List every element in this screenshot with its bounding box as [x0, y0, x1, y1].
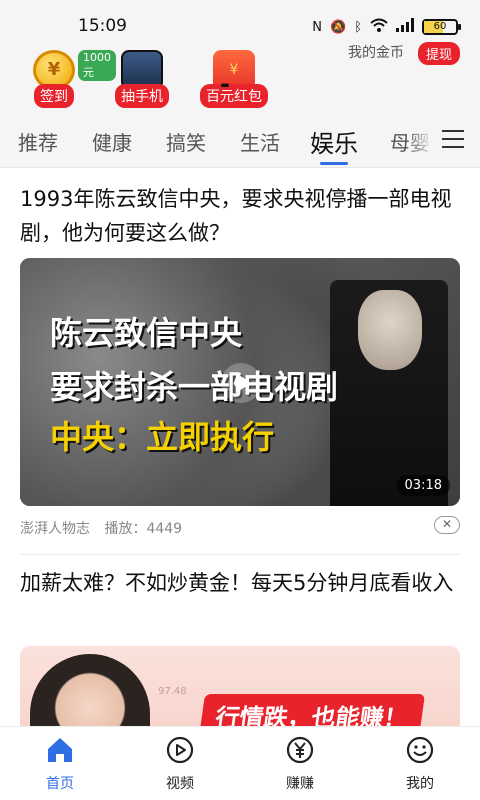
- video-caption-line: 陈云致信中央: [50, 314, 243, 352]
- mute-icon: 🔕: [330, 19, 347, 35]
- status-time: 15:09: [78, 16, 127, 36]
- play-icon[interactable]: [220, 362, 262, 404]
- draw-phone-reward[interactable]: 抽手机: [110, 46, 174, 108]
- nav-video[interactable]: 视频: [140, 735, 220, 793]
- video-caption-line: 要求封杀一部电视剧: [50, 368, 339, 406]
- dismiss-icon[interactable]: ✕: [434, 516, 460, 534]
- video-thumbnail[interactable]: 陈云致信中央 要求封杀一部电视剧 中央：立即执行 03:18: [20, 258, 460, 506]
- draw-phone-label: 抽手机: [115, 84, 169, 108]
- nfc-icon: N: [312, 19, 322, 35]
- smiley-profile-icon: [406, 736, 434, 764]
- my-coins-label: 我的金币: [348, 45, 404, 61]
- tab-recommend[interactable]: 推荐: [18, 127, 58, 156]
- checkin-label: 签到: [34, 84, 74, 108]
- my-coins: 我的金币 提现 -: [220, 42, 460, 98]
- nav-home[interactable]: 首页: [20, 735, 100, 793]
- article-meta: 澎湃人物志 播放：4449: [20, 518, 192, 538]
- ad-banner: 行情跌，也能赚！: [198, 694, 426, 728]
- menu-icon[interactable]: [442, 130, 464, 150]
- status-icons: N 🔕 ᛒ 60: [312, 18, 461, 36]
- tab-entertainment[interactable]: 娱乐: [310, 124, 358, 165]
- home-icon: [48, 738, 72, 762]
- red-envelope-reward[interactable]: ¥ 百元红包: [200, 46, 268, 108]
- signal-icon: [396, 18, 414, 36]
- nav-video-label: 视频: [166, 776, 194, 792]
- red-envelope-label: 百元红包: [200, 84, 268, 108]
- tab-health[interactable]: 健康: [92, 127, 132, 156]
- portrait-image: [330, 280, 448, 506]
- ad-chart-number: 97.48: [158, 686, 187, 697]
- wifi-icon: [370, 18, 388, 36]
- battery-level: 60: [433, 21, 447, 32]
- nav-profile-label: 我的: [406, 776, 434, 792]
- nav-home-label: 首页: [46, 776, 74, 792]
- nav-earn-label: 赚赚: [286, 776, 314, 792]
- article-title[interactable]: 加薪太难？不如炒黄金！每天5分钟月底看收入: [20, 566, 460, 600]
- tab-funny[interactable]: 搞笑: [166, 127, 206, 156]
- rewards-header: ¥ 1000元 签到 抽手机 ¥ 百元红包 我的金币 提现 -: [0, 40, 480, 112]
- coins-value: -: [220, 70, 230, 98]
- article-source: 澎湃人物志: [20, 521, 90, 537]
- withdraw-button[interactable]: 提现: [417, 42, 460, 65]
- yen-coin-icon: [286, 736, 314, 764]
- divider: [20, 554, 460, 555]
- status-bar: 15:09 N 🔕 ᛒ 60: [0, 0, 480, 40]
- nav-earn[interactable]: 赚赚: [260, 735, 340, 793]
- checkin-reward[interactable]: ¥ 1000元 签到: [22, 46, 116, 108]
- category-tabs: 推荐 健康 搞笑 生活 娱乐 母婴: [0, 112, 480, 168]
- ad-image[interactable]: 97.48 行情跌，也能赚！: [20, 646, 460, 728]
- video-caption-line: 中央：立即执行: [50, 418, 275, 456]
- nav-profile[interactable]: 我的: [380, 735, 460, 793]
- battery-icon: 60: [422, 19, 461, 35]
- video-duration: 03:18: [396, 475, 450, 496]
- tab-life[interactable]: 生活: [240, 127, 280, 156]
- news-feed: 1993年陈云致信中央，要求央视停播一部电视剧，他为何要这么做？ 陈云致信中央 …: [0, 168, 480, 728]
- ad-person-image: [30, 654, 150, 728]
- tabs-fade: [406, 112, 434, 167]
- article-plays: 播放：4449: [104, 521, 183, 537]
- video-play-icon: [166, 736, 194, 764]
- bluetooth-icon: ᛒ: [354, 19, 362, 35]
- bottom-nav: 首页 视频 赚赚 我的: [0, 726, 480, 800]
- article-title[interactable]: 1993年陈云致信中央，要求央视停播一部电视剧，他为何要这么做？: [20, 182, 460, 250]
